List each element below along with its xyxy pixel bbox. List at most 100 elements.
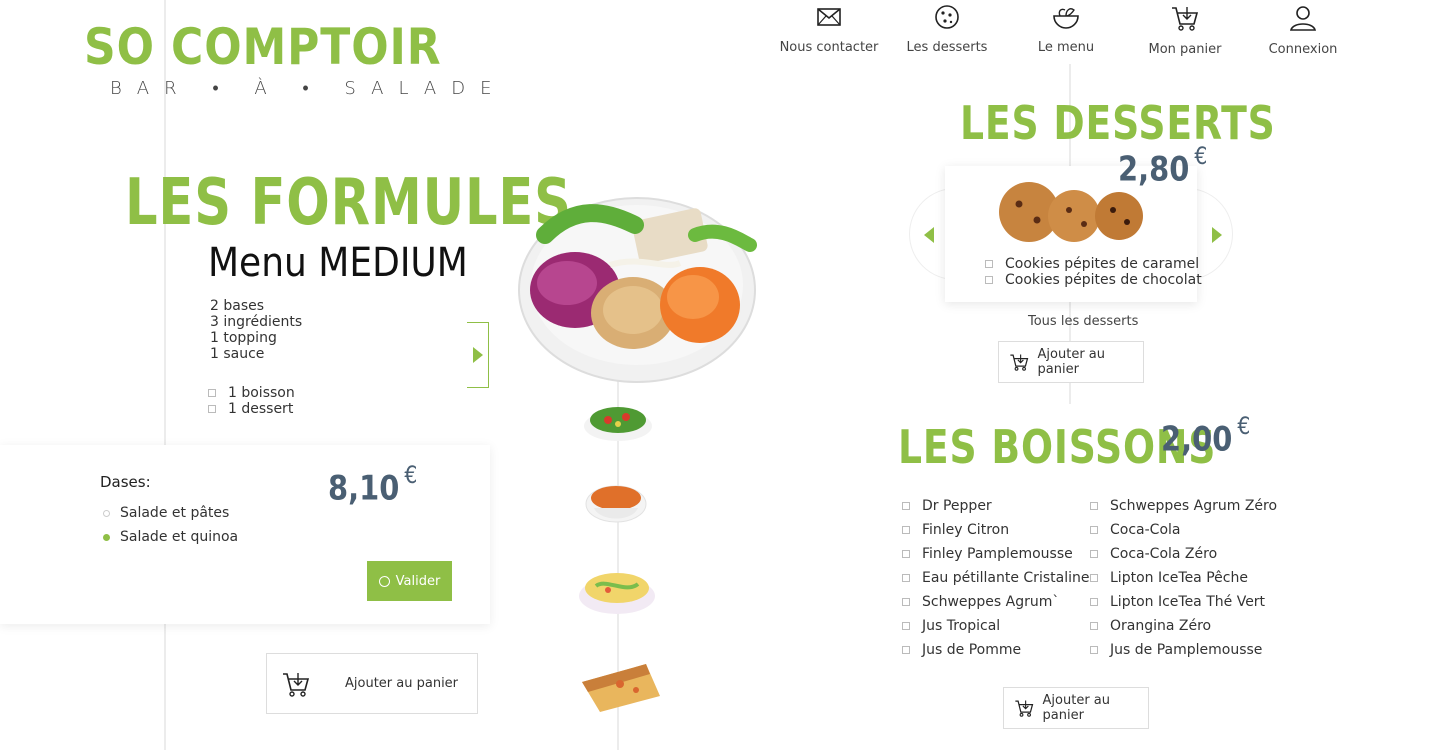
base-option-quinoa[interactable]: Salade et quinoa [103,529,238,545]
side-soup-image [585,485,647,523]
menu-content-item: 1 sauce [210,346,265,362]
all-desserts-link[interactable]: Tous les desserts [1028,314,1138,329]
checkbox[interactable] [1090,574,1098,582]
validate-button[interactable]: Valider [367,561,452,601]
menu-content-item: 1 topping [210,330,277,346]
formules-heading: LES FORMULES [125,166,572,240]
currency: € [1194,142,1208,170]
price-value: 2,00 [1161,419,1233,460]
drink-label: Schweppes Agrum` [922,594,1060,610]
envelope-icon [817,8,841,26]
checkbox[interactable] [208,389,216,397]
currency: € [1237,412,1251,440]
validate-label: Valider [395,573,441,589]
checkbox[interactable] [1090,646,1098,654]
drink-label: Schweppes Agrum Zéro [1110,498,1278,514]
menu-extras: 1 boisson 1 dessert [208,385,295,417]
radio[interactable] [103,533,110,541]
extra-label: 1 boisson [228,385,295,401]
drink-label: Finley Pamplemousse [922,546,1073,562]
dessert-item[interactable]: Cookies pépites de chocolat [985,272,1202,288]
drink-label: Jus Tropical [922,618,1001,634]
drink-item[interactable]: Eau pétillante Cristaline [902,570,1089,586]
drink-item[interactable]: Jus Tropical [902,618,1000,634]
nav-item-menu[interactable]: Le menu [1007,4,1125,55]
drink-label: Coca-Cola [1110,522,1181,538]
base-option-label: Salade et pâtes [120,505,230,521]
logo-subtitle: BAR • À • SALADE [110,78,507,99]
nav-item-cart[interactable]: Mon panier [1126,4,1244,57]
nav-item-contact[interactable]: Nous contacter [770,4,888,55]
decor-line [164,0,166,750]
drink-item[interactable]: Jus de Pomme [902,642,1021,658]
add-drink-to-cart-button[interactable]: Ajouter au panier [1003,687,1149,729]
cart-icon [1015,700,1034,717]
checkbox[interactable] [902,646,910,654]
drink-item[interactable]: Lipton IceTea Thé Vert [1090,594,1265,610]
checkbox[interactable] [902,622,910,630]
cookies-image [999,182,1143,242]
salad-bowl-image [518,197,757,383]
check-icon [378,575,390,587]
checkbox[interactable] [1090,502,1098,510]
drink-item[interactable]: Schweppes Agrum Zéro [1090,498,1277,514]
checkbox[interactable] [1090,598,1098,606]
checkbox[interactable] [902,526,910,534]
cookie-icon [935,5,959,29]
price-value: 2,80 [1118,149,1190,190]
nav-item-desserts[interactable]: Les desserts [888,4,1006,55]
checkbox[interactable] [902,574,910,582]
checkbox[interactable] [902,550,910,558]
drink-item[interactable]: Orangina Zéro [1090,618,1211,634]
nav-label: Nous contacter [779,40,879,55]
checkbox[interactable] [902,598,910,606]
base-option-pates[interactable]: Salade et pâtes [103,505,229,521]
add-formule-to-cart-button[interactable]: Ajouter au panier [266,653,478,714]
drink-item[interactable]: Jus de Pamplemousse [1090,642,1262,658]
side-pasta-image [579,573,655,614]
drink-item[interactable]: Finley Citron [902,522,1009,538]
dessert-item[interactable]: Cookies pépites de caramel [985,256,1199,272]
checkbox[interactable] [985,260,993,268]
cart-icon [283,672,310,697]
formule-price: 8,10 € [328,461,417,509]
bases-label: Dases: [100,473,151,491]
drink-label: Jus de Pamplemousse [1110,642,1263,658]
menu-title: Menu MEDIUM [208,240,468,286]
nav-label: Mon panier [1148,42,1222,57]
extra-dessert[interactable]: 1 dessert [208,401,295,417]
drink-item[interactable]: Lipton IceTea Pêche [1090,570,1248,586]
drink-label: Jus de Pomme [922,642,1022,658]
currency: € [404,461,418,489]
price-value: 8,10 [328,468,400,509]
drink-item[interactable]: Coca-Cola [1090,522,1180,538]
drink-item[interactable]: Schweppes Agrum` [902,594,1059,610]
checkbox[interactable] [1090,550,1098,558]
cart-icon [1010,354,1029,371]
checkbox[interactable] [208,405,216,413]
cart-button-label: Ajouter au panier [1037,347,1106,377]
checkbox[interactable] [985,276,993,284]
add-dessert-to-cart-button[interactable]: Ajouter au panier [998,341,1144,383]
arrow-left-icon [924,227,934,243]
extra-boisson[interactable]: 1 boisson [208,385,295,401]
drink-item[interactable]: Coca-Cola Zéro [1090,546,1217,562]
nav-item-login[interactable]: Connexion [1244,4,1362,57]
drink-label: Orangina Zéro [1110,618,1212,634]
menu-content-item: 2 bases [210,298,265,314]
checkbox[interactable] [902,502,910,510]
extra-label: 1 dessert [228,401,294,417]
next-formule-button[interactable] [467,322,489,388]
bases-card: Dases: Salade et pâtes Salade et quinoa … [0,445,490,624]
radio[interactable] [103,509,110,517]
logo-title: SO COMPTOIR [84,18,442,76]
drink-item[interactable]: Dr Pepper [902,498,992,514]
cart-icon [1172,7,1199,31]
dessert-price: 2,80 € [1118,142,1207,190]
checkbox[interactable] [1090,526,1098,534]
base-option-label: Salade et quinoa [120,529,239,545]
checkbox[interactable] [1090,622,1098,630]
side-salad-image [584,407,652,441]
drink-item[interactable]: Finley Pamplemousse [902,546,1073,562]
drink-label: Dr Pepper [922,498,992,514]
